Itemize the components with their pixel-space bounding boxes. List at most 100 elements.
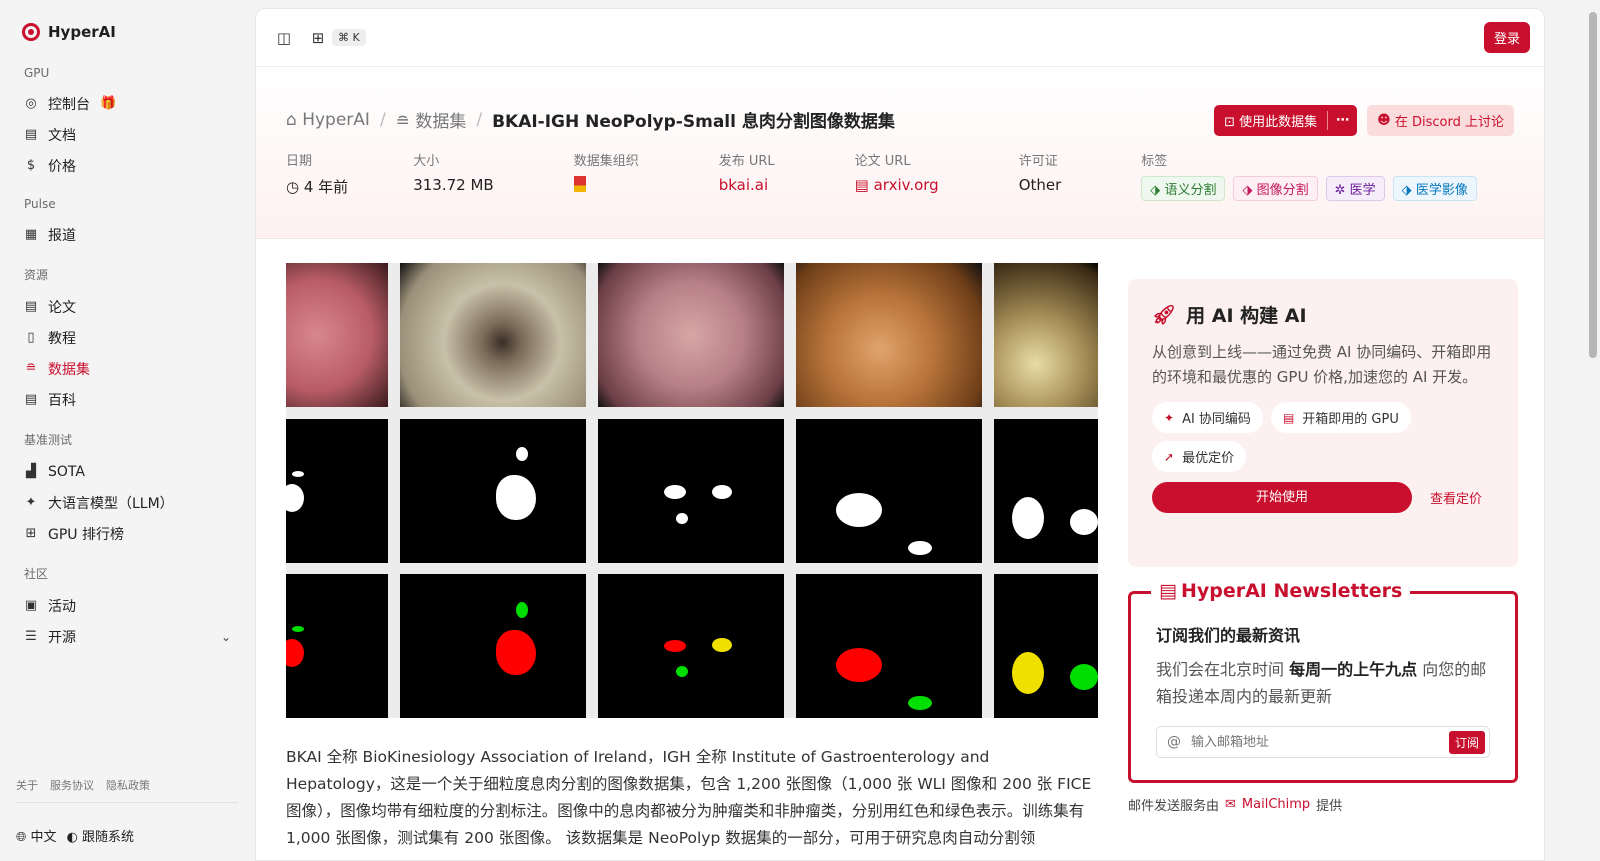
doc-icon: ▤ [24,127,38,142]
note-text: 邮件发送服务由 [1128,799,1220,814]
sidebar-item-tutorials[interactable]: ▯ 教程 [16,322,239,353]
meta-label: 标签 [1141,154,1168,169]
sidebar-item-news[interactable]: ▦ 报道 [16,219,239,250]
sidebar-item-label: 教程 [48,330,76,347]
discord-button[interactable]: ☻ 在 Discord 上讨论 [1367,105,1514,136]
sidebar: HyperAI GPU ◎ 控制台 🎁 ▤ 文档 $ 价格 Pulse ▦ 报道 资源 ▤… [0,0,255,861]
meta-paper: 论文 URL ▤ arxiv.org [855,150,939,201]
newspaper-icon: ▤ [1159,580,1177,602]
tag[interactable]: ⬗ 语义分割 [1141,176,1226,201]
license-value: Other [1018,176,1062,194]
breadcrumb-label: HyperAI [302,109,370,130]
sidebar-item-datasets[interactable]: ≘ 数据集 [16,353,239,384]
tag-icon: ⬗ [1150,183,1161,198]
chip-label: 最优定价 [1182,451,1235,466]
tag-icon: ⬗ [1242,183,1253,198]
get-started-button[interactable]: 开始使用 [1152,482,1412,513]
email-input[interactable] [1191,734,1449,750]
feature-chip: ✦ AI 协同编码 [1152,402,1263,433]
promo-title: 🚀︎ 用 AI 构建 AI [1152,301,1494,328]
footer-link-terms[interactable]: 服务协议 [50,777,94,793]
sidebar-item-llm[interactable]: ✦ 大语言模型（LLM） [16,487,239,518]
note-text: 提供 [1316,799,1343,814]
calendar-icon: ▣ [24,598,38,613]
language-switcher[interactable]: 🌐︎ 中文 [16,826,57,845]
rocket-icon: 🚀︎ [1152,304,1177,326]
sidebar-item-label: 文档 [48,127,76,144]
sparkle-icon: ✦ [1164,410,1175,425]
dataset-preview-image [286,263,1098,718]
footer-links: 关于 服务协议 隐私政策 [16,777,150,793]
breadcrumb-datasets[interactable]: ≘ 数据集 [396,107,467,132]
meta-label: 大小 [413,154,440,169]
mailchimp-link[interactable]: MailChimp [1242,797,1310,812]
language-label: 中文 [30,830,57,845]
sidebar-item-docs[interactable]: ▤ 文档 [16,119,239,150]
meta-value: ◷ 4 年前 [286,176,348,197]
more-options-button[interactable]: ⋯ [1328,113,1357,128]
subscribe-button[interactable]: 订阅 [1448,730,1485,754]
tag-label: 医学 [1349,183,1376,198]
command-shortcut[interactable]: ⌘ K [332,29,366,46]
sidebar-item-label: 报道 [48,227,76,244]
sidebar-item-gpu-leaderboard[interactable]: ⊞ GPU 排行榜 [16,518,239,549]
nav-group-resources: 资源 ▤ 论文 ▯ 教程 ≘ 数据集 ▤ 百科 [16,266,239,415]
sidebar-item-pricing[interactable]: $ 价格 [16,150,239,181]
atom-icon: ✲ [1334,183,1346,198]
dashboard-icon: ◎ [25,96,37,111]
login-button[interactable]: 登录 [1483,22,1530,53]
wiki-icon: ▤ [24,392,38,407]
tag-label: 医学影像 [1415,183,1468,198]
apps-grid-icon[interactable]: ⊞ [308,28,328,48]
tag[interactable]: ✲ 医学 [1325,176,1385,201]
sidebar-toggle-icon[interactable]: ◫ [274,28,294,48]
sidebar-item-events[interactable]: ▣ 活动 [16,590,239,621]
page-scrollbar[interactable] [1586,0,1600,861]
sidebar-item-console[interactable]: ◎ 控制台 🎁 [16,88,239,119]
clock-icon: ◷ [286,178,300,196]
hyperai-logo-icon [22,23,40,41]
promo-text: 从创意到上线——通过免费 AI 协同编码、开箱即用的环境和最优惠的 GPU 价格… [1152,343,1492,386]
meta-size: 大小 313.72 MB [413,150,494,201]
news-icon: ▦ [24,227,38,242]
class-mask-image [286,574,388,718]
breadcrumb-home[interactable]: ⌂ HyperAI [286,110,370,130]
discord-label: 在 Discord 上讨论 [1394,115,1504,130]
tag[interactable]: ⬗ 图像分割 [1233,176,1318,201]
sidebar-item-papers[interactable]: ▤ 论文 [16,291,239,322]
brand[interactable]: HyperAI [22,20,239,44]
endoscopy-image [598,263,784,407]
footer-link-privacy[interactable]: 隐私政策 [106,777,150,793]
sidebar-item-wiki[interactable]: ▤ 百科 [16,384,239,415]
sidebar-item-opensource[interactable]: ☰ 开源 ⌄ [16,621,239,652]
paper-url-link[interactable]: ▤ arxiv.org [855,176,939,194]
nav-group-benchmarks: 基准测试 ▟ SOTA ✦ 大语言模型（LLM） ⊞ GPU 排行榜 [16,431,239,549]
rocket-icon: ➚ [1164,449,1175,464]
size-value: 313.72 MB [413,176,494,194]
scrollbar-thumb[interactable] [1589,12,1597,358]
use-dataset-button[interactable]: ⊡ 使用此数据集 [1214,111,1329,130]
header-actions: ⊡ 使用此数据集 ⋯ ☻ 在 Discord 上讨论 [1214,105,1514,136]
dataset-header: ⌂ HyperAI / ≘ 数据集 / BKAI-IGH NeoPolyp-Sm… [256,67,1544,239]
home-icon: ⌂ [286,109,297,130]
footer-link-about[interactable]: 关于 [16,777,38,793]
binary-mask-image [994,419,1098,563]
theme-switcher[interactable]: ◐ 跟随系统 [67,826,135,845]
release-url-link[interactable]: bkai.ai [719,176,775,194]
footer-settings: 🌐︎ 中文 ◐ 跟随系统 [16,826,134,845]
meta-value[interactable] [573,176,639,196]
feature-chips: ✦ AI 协同编码 ▤ 开箱即用的 GPU ➚ 最优定价 [1152,402,1452,472]
breadcrumb-separator: / [476,109,483,130]
page-title: BKAI-IGH NeoPolyp-Small 息肉分割图像数据集 [492,112,895,132]
breadcrumb-label: 数据集 [415,112,467,132]
sidebar-item-sota[interactable]: ▟ SOTA [16,456,239,487]
view-pricing-link[interactable]: 查看定价 [1430,488,1482,507]
database-icon: ≘ [395,112,410,132]
contrast-icon: ◐ [66,830,78,845]
class-mask-image [796,574,982,718]
server-icon: ▤ [1282,410,1295,425]
sparkle-icon: ✦ [25,495,37,510]
endoscopy-image [796,263,982,407]
sidebar-item-label: 活动 [48,598,76,615]
tag[interactable]: ⬗ 医学影像 [1392,176,1477,201]
